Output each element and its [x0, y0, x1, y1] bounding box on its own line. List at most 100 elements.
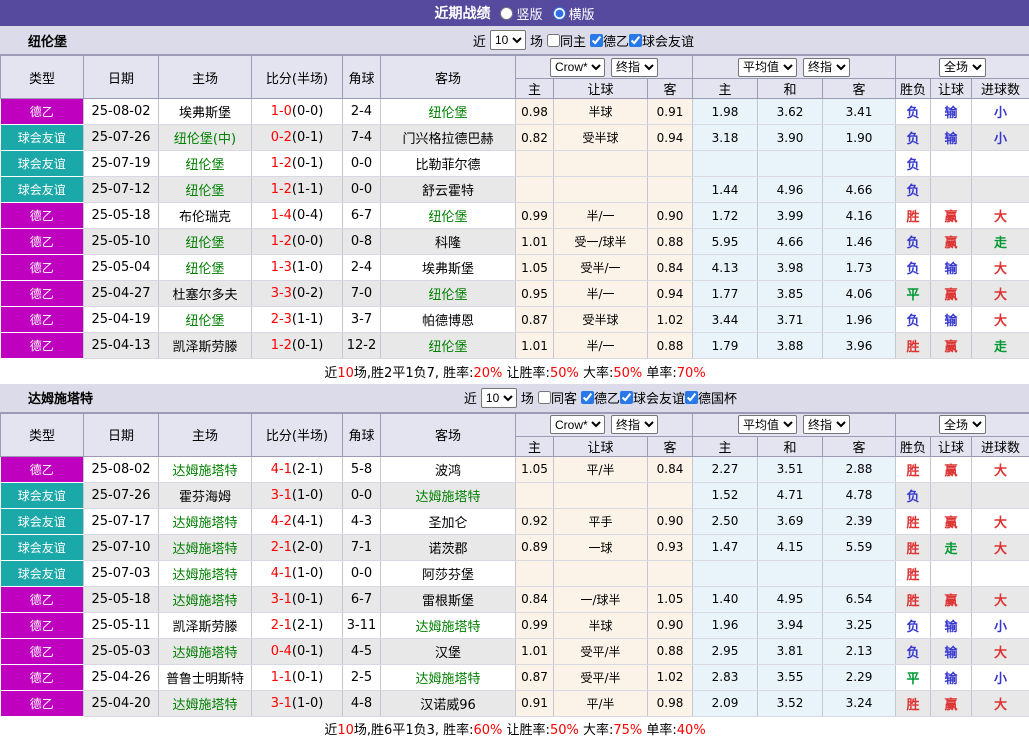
handicap-outcome — [931, 482, 972, 508]
col-corner: 角球 — [343, 413, 381, 456]
away-team[interactable]: 帕德博恩 — [381, 307, 516, 333]
page-title: 近期战绩 — [434, 3, 490, 23]
home-team[interactable]: 凯泽斯劳滕 — [159, 333, 252, 359]
away-team[interactable]: 科隆 — [381, 229, 516, 255]
odds-source-select[interactable]: Crow* — [550, 415, 605, 434]
home-team[interactable]: 纽伦堡(中) — [159, 125, 252, 151]
handicap-outcome: 赢 — [931, 229, 972, 255]
league-filter[interactable]: 德乙 — [590, 31, 629, 50]
odds-handicap — [554, 482, 648, 508]
away-team[interactable]: 达姆施塔特 — [381, 664, 516, 690]
same-venue-checkbox[interactable] — [547, 34, 560, 47]
home-team[interactable]: 凯泽斯劳滕 — [159, 612, 252, 638]
away-team[interactable]: 舒云霍特 — [381, 177, 516, 203]
away-team[interactable]: 纽伦堡 — [381, 333, 516, 359]
avg-source-select[interactable]: 平均值 — [738, 415, 797, 434]
away-team[interactable]: 纽伦堡 — [381, 99, 516, 125]
odds-handicap: 受平/半 — [554, 638, 648, 664]
horizontal-radio[interactable] — [553, 7, 566, 20]
odds-stage-select[interactable]: 终指 — [611, 58, 658, 77]
home-team[interactable]: 达姆施塔特 — [159, 638, 252, 664]
away-team[interactable]: 汉诺威96 — [381, 690, 516, 716]
result-outcome: 胜 — [896, 560, 931, 586]
home-team[interactable]: 达姆施塔特 — [159, 586, 252, 612]
goals-outcome: 小 — [972, 612, 1029, 638]
match-row: 球会友谊25-07-19纽伦堡1-2(0-1)0-0比勒菲尔德负 — [1, 151, 1029, 177]
same-venue-checkbox[interactable] — [538, 391, 551, 404]
home-team[interactable]: 达姆施塔特 — [159, 508, 252, 534]
home-team[interactable]: 纽伦堡 — [159, 151, 252, 177]
league-checkbox[interactable] — [590, 34, 603, 47]
away-team[interactable]: 达姆施塔特 — [381, 482, 516, 508]
avg-home: 2.09 — [693, 690, 758, 716]
league-filter[interactable]: 球会友谊 — [629, 31, 694, 50]
goals-outcome: 小 — [972, 99, 1029, 125]
home-team[interactable]: 霍芬海姆 — [159, 482, 252, 508]
vertical-radio[interactable] — [500, 7, 513, 20]
home-team[interactable]: 纽伦堡 — [159, 307, 252, 333]
odds-handicap: 半球 — [554, 612, 648, 638]
home-team[interactable]: 纽伦堡 — [159, 229, 252, 255]
away-team[interactable]: 达姆施塔特 — [381, 612, 516, 638]
home-team[interactable]: 达姆施塔特 — [159, 690, 252, 716]
home-team[interactable]: 达姆施塔特 — [159, 560, 252, 586]
odds-handicap: 平/半 — [554, 456, 648, 482]
home-team[interactable]: 埃弗斯堡 — [159, 99, 252, 125]
league-filter[interactable]: 德乙 — [581, 388, 620, 407]
odds-stage-select[interactable]: 终指 — [611, 415, 658, 434]
avg-home: 1.79 — [693, 333, 758, 359]
handicap-outcome: 赢 — [931, 281, 972, 307]
away-team[interactable]: 纽伦堡 — [381, 281, 516, 307]
away-team[interactable]: 圣加仑 — [381, 508, 516, 534]
scope-select[interactable]: 全场 — [939, 415, 986, 434]
match-type-badge: 德乙 — [1, 456, 84, 482]
same-venue-filter[interactable]: 同客 — [538, 388, 577, 407]
match-table-body: 德乙25-08-02埃弗斯堡1-0(0-0)2-4纽伦堡0.98半球0.911.… — [1, 99, 1029, 359]
odds-away: 0.98 — [648, 690, 693, 716]
avg-draw: 4.71 — [758, 482, 823, 508]
home-team[interactable]: 纽伦堡 — [159, 177, 252, 203]
avg-source-select[interactable]: 平均值 — [738, 58, 797, 77]
league-filters: 德乙球会友谊德国杯 — [581, 388, 737, 407]
avg-stage-select[interactable]: 终指 — [803, 58, 850, 77]
home-team[interactable]: 普鲁士明斯特 — [159, 664, 252, 690]
result-outcome: 负 — [896, 612, 931, 638]
away-team[interactable]: 汉堡 — [381, 638, 516, 664]
match-score: 3-3(0-2) — [252, 281, 343, 307]
col-type: 类型 — [1, 413, 84, 456]
away-team[interactable]: 波鸿 — [381, 456, 516, 482]
home-team[interactable]: 达姆施塔特 — [159, 456, 252, 482]
away-team[interactable]: 埃弗斯堡 — [381, 255, 516, 281]
avg-stage-select[interactable]: 终指 — [803, 415, 850, 434]
away-team[interactable]: 诺茨郡 — [381, 534, 516, 560]
avg-home: 1.96 — [693, 612, 758, 638]
match-score: 0-4(0-1) — [252, 638, 343, 664]
league-checkbox[interactable] — [629, 34, 642, 47]
odds-source-select[interactable]: Crow* — [550, 58, 605, 77]
scope-select[interactable]: 全场 — [939, 58, 986, 77]
away-team[interactable]: 比勒菲尔德 — [381, 151, 516, 177]
away-team[interactable]: 雷根斯堡 — [381, 586, 516, 612]
league-checkbox[interactable] — [620, 391, 633, 404]
match-count-select[interactable]: 10 — [481, 388, 517, 408]
filter-controls: 近 10 场 同客 德乙球会友谊德国杯 — [464, 388, 737, 408]
layout-option-horizontal[interactable]: 横版 — [553, 4, 595, 23]
col-odds-home: 主 — [516, 436, 554, 456]
odds-handicap — [554, 151, 648, 177]
layout-option-vertical[interactable]: 竖版 — [500, 4, 542, 23]
league-checkbox[interactable] — [581, 391, 594, 404]
league-filter[interactable]: 球会友谊 — [620, 388, 685, 407]
league-filter[interactable]: 德国杯 — [685, 388, 737, 407]
match-count-select[interactable]: 10 — [490, 30, 526, 50]
away-team[interactable]: 门兴格拉德巴赫 — [381, 125, 516, 151]
same-venue-filter[interactable]: 同主 — [547, 31, 586, 50]
home-team[interactable]: 达姆施塔特 — [159, 534, 252, 560]
league-checkbox[interactable] — [685, 391, 698, 404]
match-date: 25-05-03 — [84, 638, 159, 664]
home-team[interactable]: 布伦瑞克 — [159, 203, 252, 229]
home-team[interactable]: 纽伦堡 — [159, 255, 252, 281]
home-team[interactable]: 杜塞尔多夫 — [159, 281, 252, 307]
avg-draw: 3.51 — [758, 456, 823, 482]
away-team[interactable]: 阿莎芬堡 — [381, 560, 516, 586]
away-team[interactable]: 纽伦堡 — [381, 203, 516, 229]
